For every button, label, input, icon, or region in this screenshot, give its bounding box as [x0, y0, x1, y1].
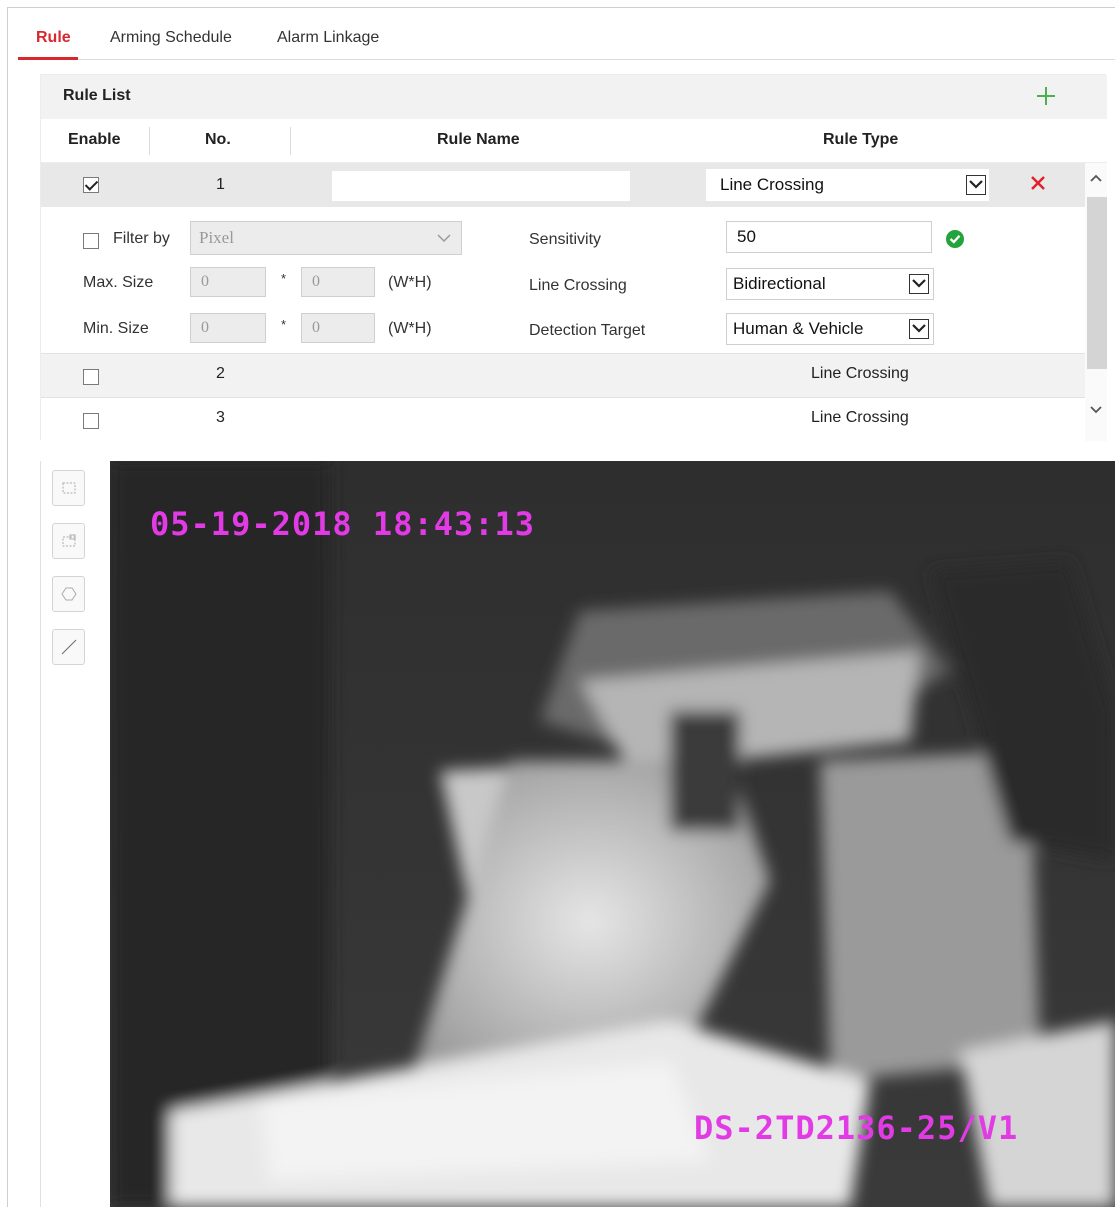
- col-no: No.: [205, 131, 231, 148]
- rule-number: 3: [216, 409, 225, 426]
- col-rule-type: Rule Type: [823, 131, 899, 148]
- rule-list-header: Rule List: [41, 75, 1107, 119]
- chevron-down-icon[interactable]: [966, 175, 986, 195]
- osd-camera-model: DS-2TD2136-25/V1: [694, 1109, 1019, 1147]
- drawing-toolbar: [40, 461, 110, 1207]
- filter-by-checkbox[interactable]: [83, 233, 99, 249]
- scrollbar-thumb[interactable]: [1087, 197, 1107, 369]
- tab-alarm-linkage[interactable]: Alarm Linkage: [277, 29, 379, 47]
- rule-detail: Filter by Pixel Max. Size 0 * 0 (W*H) Mi…: [41, 207, 1085, 353]
- col-divider: [290, 127, 291, 155]
- tab-bar: Rule Arming Schedule Alarm Linkage: [18, 24, 1115, 60]
- chevron-up-icon[interactable]: [1089, 171, 1103, 185]
- table-header: Enable No. Rule Name Rule Type: [41, 119, 1107, 163]
- draw-filter-button[interactable]: [52, 523, 85, 559]
- wh-unit-label: (W*H): [388, 274, 432, 291]
- max-height-input[interactable]: 0: [301, 267, 375, 297]
- enable-checkbox[interactable]: [83, 413, 99, 429]
- sensitivity-label: Sensitivity: [529, 231, 602, 248]
- chevron-down-icon[interactable]: [909, 274, 929, 294]
- active-tab-indicator: [18, 57, 78, 60]
- osd-timestamp: 05-19-2018 18:43:13: [150, 505, 536, 543]
- line-crossing-value: Bidirectional: [733, 274, 826, 293]
- filter-by-value: Pixel: [199, 228, 234, 247]
- table-row[interactable]: 1 Line Crossing: [41, 163, 1085, 207]
- min-size-label: Min. Size: [83, 320, 149, 337]
- draw-line-button[interactable]: [52, 629, 85, 665]
- min-height-input[interactable]: 0: [301, 313, 375, 343]
- tab-arming-schedule[interactable]: Arming Schedule: [110, 29, 232, 47]
- rule-type-value: Line Crossing: [811, 409, 909, 426]
- line-crossing-select[interactable]: Bidirectional: [726, 268, 934, 300]
- rule-type-value: Line Crossing: [811, 365, 909, 382]
- chevron-down-icon: [437, 234, 451, 243]
- scrollbar[interactable]: [1085, 163, 1107, 441]
- close-icon[interactable]: [1029, 174, 1047, 192]
- draw-polygon-button[interactable]: [52, 576, 85, 612]
- enable-checkbox[interactable]: [83, 369, 99, 385]
- col-divider: [149, 127, 150, 155]
- wh-unit-label: (W*H): [388, 320, 432, 337]
- video-preview[interactable]: 05-19-2018 18:43:13 DS-2TD2136-25/V1: [110, 461, 1115, 1207]
- min-width-input[interactable]: 0: [190, 313, 266, 343]
- line-crossing-label: Line Crossing: [529, 277, 627, 294]
- detection-target-label: Detection Target: [529, 322, 646, 339]
- col-enable: Enable: [68, 131, 121, 148]
- rule-type-value: Line Crossing: [720, 175, 824, 194]
- draw-area-icon: [62, 482, 76, 494]
- draw-area-button[interactable]: [52, 470, 85, 506]
- detection-target-value: Human & Vehicle: [733, 319, 864, 338]
- rule-number: 2: [216, 365, 225, 382]
- rule-list-title: Rule List: [63, 87, 131, 104]
- enable-checkbox[interactable]: [83, 177, 99, 193]
- detection-target-select[interactable]: Human & Vehicle: [726, 313, 934, 345]
- line-icon: [61, 639, 77, 655]
- polygon-icon: [61, 587, 77, 601]
- max-width-input[interactable]: 0: [190, 267, 266, 297]
- multiply-sign: *: [281, 271, 287, 286]
- thermal-scene: [110, 461, 1115, 1207]
- chevron-down-icon[interactable]: [1089, 403, 1103, 417]
- table-row[interactable]: 3 Line Crossing: [41, 397, 1085, 441]
- chevron-down-icon[interactable]: [909, 319, 929, 339]
- check-circle-icon: [946, 230, 964, 248]
- max-size-label: Max. Size: [83, 274, 154, 291]
- rule-list-panel: Rule List Enable No. Rule Name Rule Type…: [40, 74, 1107, 441]
- add-icon[interactable]: [1035, 85, 1057, 107]
- rule-type-select[interactable]: Line Crossing: [706, 169, 989, 201]
- multiply-sign: *: [281, 317, 287, 332]
- sensitivity-input[interactable]: 50: [726, 221, 932, 253]
- draw-filter-icon: [62, 534, 76, 547]
- filter-by-select[interactable]: Pixel: [190, 221, 462, 255]
- filter-by-label: Filter by: [113, 230, 170, 247]
- col-rule-name: Rule Name: [437, 131, 520, 148]
- table-row[interactable]: 2 Line Crossing: [41, 353, 1085, 397]
- rule-name-input[interactable]: [332, 171, 630, 201]
- tab-rule[interactable]: Rule: [36, 29, 71, 47]
- rule-number: 1: [216, 176, 225, 193]
